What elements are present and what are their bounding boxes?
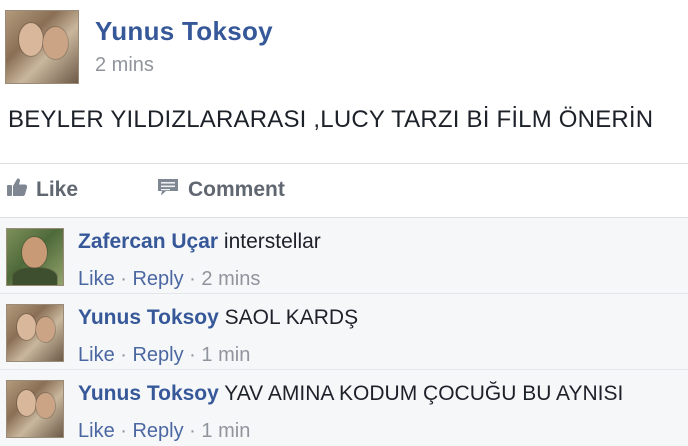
comment-text: SAOL KARDŞ <box>224 306 359 329</box>
comment-item: Yunus Toksoy SAOL KARDŞ Like · Reply · 1… <box>0 294 688 370</box>
comment-reply-link[interactable]: Reply <box>132 344 183 366</box>
comment-button-label: Comment <box>188 178 285 201</box>
post-timestamp[interactable]: 2 mins <box>95 54 154 77</box>
comment-timestamp[interactable]: 2 mins <box>201 268 260 290</box>
comment-body: Yunus Toksoy SAOL KARDŞ <box>78 306 358 330</box>
thumbs-up-icon <box>6 177 28 203</box>
comment-author-avatar[interactable] <box>6 380 64 438</box>
like-button-label: Like <box>36 178 79 201</box>
comment-meta: Like · Reply · 1 min <box>78 344 250 367</box>
comment-timestamp[interactable]: 1 min <box>201 420 250 442</box>
comment-timestamp[interactable]: 1 min <box>201 344 250 366</box>
separator-dot: · <box>114 268 133 290</box>
comment-meta: Like · Reply · 2 mins <box>78 268 260 291</box>
comment-meta: Like · Reply · 1 min <box>78 420 250 443</box>
post-author-avatar[interactable] <box>5 10 79 84</box>
post-author-name[interactable]: Yunus Toksoy <box>95 16 273 47</box>
comment-author-name[interactable]: Zafercan Uçar <box>78 230 218 253</box>
post-text: BEYLER YILDIZLARARASI ,LUCY TARZI Bİ FİL… <box>8 106 654 133</box>
comment-text: interstellar <box>223 230 321 253</box>
separator-dot: · <box>183 420 202 442</box>
comment-author-name[interactable]: Yunus Toksoy <box>78 306 219 329</box>
post-header: Yunus Toksoy 2 mins <box>5 10 685 88</box>
comment-reply-link[interactable]: Reply <box>132 268 183 290</box>
separator-dot: · <box>183 268 202 290</box>
comment-body: Zafercan Uçar interstellar <box>78 230 321 254</box>
comment-like-link[interactable]: Like <box>78 268 115 290</box>
separator-dot: · <box>183 344 202 366</box>
comments-section: Zafercan Uçar interstellar Like · Reply … <box>0 218 688 446</box>
comment-reply-link[interactable]: Reply <box>132 420 183 442</box>
comment-author-name[interactable]: Yunus Toksoy <box>78 382 219 405</box>
comment-like-link[interactable]: Like <box>78 420 115 442</box>
comment-like-link[interactable]: Like <box>78 344 115 366</box>
separator-dot: · <box>114 420 133 442</box>
comment-author-avatar[interactable] <box>6 228 64 286</box>
comment-button[interactable]: Comment <box>156 174 285 206</box>
comment-icon <box>156 177 180 203</box>
like-button[interactable]: Like <box>6 174 78 206</box>
comment-body: Yunus Toksoy YAV AMINA KODUM ÇOCUĞU BU A… <box>78 382 623 406</box>
comment-author-avatar[interactable] <box>6 304 64 362</box>
comment-text: YAV AMINA KODUM ÇOCUĞU BU AYNISI <box>224 382 624 405</box>
separator-dot: · <box>114 344 133 366</box>
comment-item: Yunus Toksoy YAV AMINA KODUM ÇOCUĞU BU A… <box>0 370 688 446</box>
post-actions-bar: Like Comment <box>0 164 688 218</box>
comment-item: Zafercan Uçar interstellar Like · Reply … <box>0 218 688 294</box>
